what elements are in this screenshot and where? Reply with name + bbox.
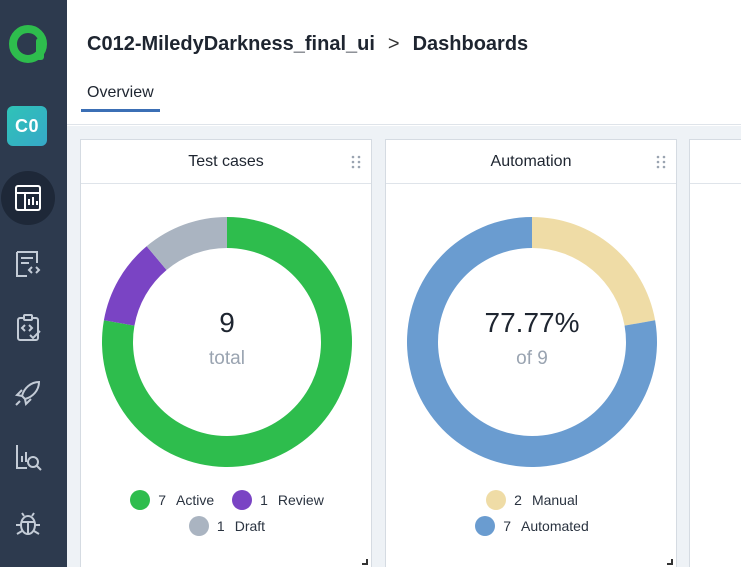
legend-label: Review: [277, 492, 324, 508]
legend-row: 1 Draft: [188, 516, 266, 536]
legend-dot: [486, 490, 507, 510]
sidebar: C0: [0, 0, 67, 567]
chart-legend: 2 Manual 7 Automated: [386, 490, 678, 536]
legend-count: 2: [514, 492, 522, 508]
center-label: total: [209, 348, 245, 369]
drag-handle-icon[interactable]: [351, 155, 361, 169]
app-logo-icon[interactable]: [6, 22, 50, 66]
legend-count: 7: [503, 518, 512, 534]
legend-item-review[interactable]: 1 Review: [232, 490, 324, 510]
donut-chart: [407, 217, 657, 467]
page-header: C012-MiledyDarkness_final_ui > Dashboard…: [67, 0, 741, 125]
tab-overview[interactable]: Overview: [81, 80, 160, 112]
breadcrumb: C012-MiledyDarkness_final_ui > Dashboard…: [87, 33, 528, 56]
resize-handle-icon[interactable]: [667, 559, 673, 565]
legend-dot: [475, 516, 496, 536]
dashboard-content: Test cases 9 total 7 Active 1 Review 1 D…: [67, 126, 741, 567]
breadcrumb-project[interactable]: C012-MiledyDarkness_final_ui: [87, 33, 375, 56]
widget-test-cases: Test cases 9 total 7 Active 1 Review 1 D…: [80, 139, 372, 567]
legend-dot: [188, 516, 209, 536]
legend-row: 2 Manual: [486, 490, 578, 510]
widget-automation: Automation 77.77% of 9 2 Manual 7 Automa…: [385, 139, 677, 567]
legend-row: 7 Active 1 Review: [130, 490, 324, 510]
widget-title: Test cases: [188, 152, 264, 170]
center-value: 9: [219, 307, 235, 338]
legend-dot: [130, 490, 151, 510]
legend-label: Active: [175, 492, 215, 508]
legend-item-active[interactable]: 7 Active: [130, 490, 214, 510]
donut-chart: [102, 217, 353, 467]
widget-title: Automation: [490, 152, 572, 170]
widget-header: Automation: [386, 140, 676, 184]
widget-header: Test cases: [81, 140, 371, 184]
breadcrumb-separator: >: [387, 33, 400, 55]
defects-icon[interactable]: [1, 496, 55, 550]
resize-handle-icon[interactable]: [362, 559, 368, 565]
analytics-icon[interactable]: [1, 430, 55, 484]
dashboard-icon[interactable]: [1, 171, 55, 225]
test-plans-icon[interactable]: [1, 301, 55, 355]
legend-label: Automated: [521, 518, 589, 534]
legend-item-draft[interactable]: 1 Draft: [188, 516, 266, 536]
center-value: 77.77%: [484, 307, 580, 338]
launches-icon[interactable]: [1, 366, 55, 420]
legend-count: 1: [260, 492, 268, 508]
legend-row: 7 Automated: [475, 516, 589, 536]
drag-handle-icon[interactable]: [656, 155, 666, 169]
legend-count: 1: [216, 518, 225, 534]
legend-item-manual[interactable]: 2 Manual: [486, 490, 578, 510]
legend-item-automated[interactable]: 7 Automated: [475, 516, 589, 536]
legend-dot: [232, 490, 253, 510]
legend-label: Manual: [531, 492, 578, 508]
legend-count: 7: [158, 492, 166, 508]
chart-legend: 7 Active 1 Review 1 Draft: [81, 490, 373, 536]
center-label: of 9: [516, 348, 548, 369]
widget-header: [690, 140, 741, 184]
widget-partial: [689, 139, 741, 567]
legend-label: Draft: [234, 518, 266, 534]
test-cases-icon[interactable]: [1, 237, 55, 291]
page-title: Dashboards: [412, 33, 529, 55]
project-badge[interactable]: C0: [7, 106, 47, 146]
